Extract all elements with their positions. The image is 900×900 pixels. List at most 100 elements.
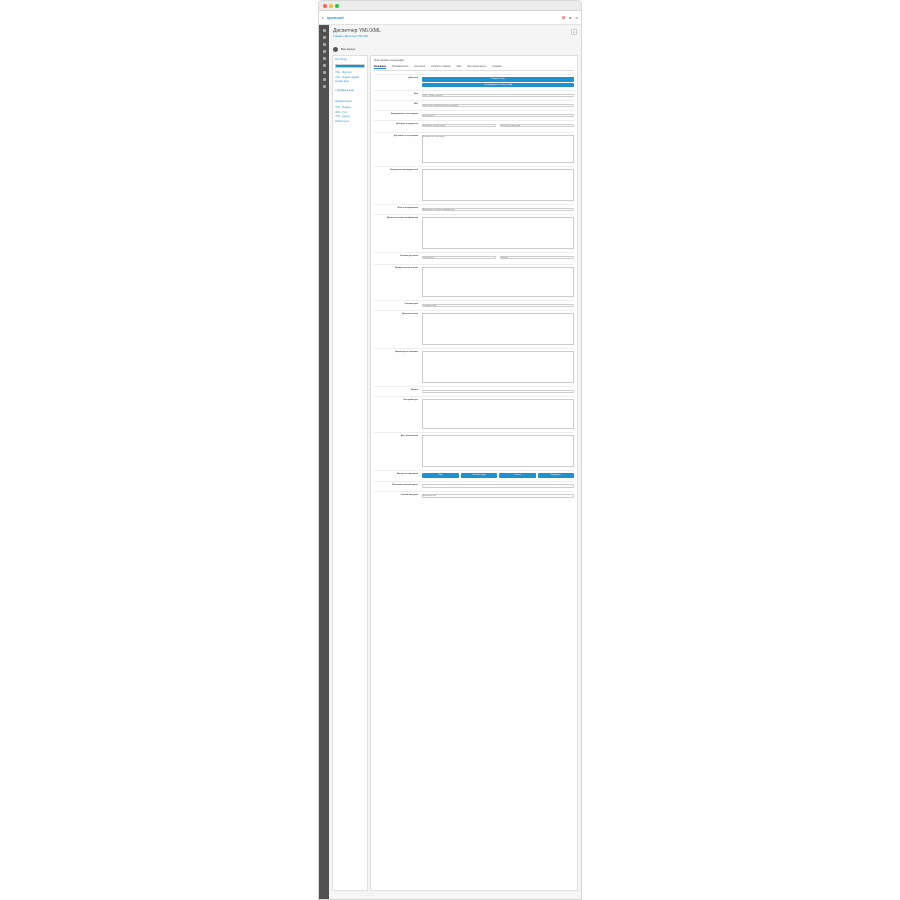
form-row: Условия доставки Самовывоз Курьер — [374, 252, 574, 264]
dashboard-icon[interactable] — [322, 29, 326, 32]
sales-icon[interactable] — [322, 57, 326, 60]
feed-search-input[interactable] — [335, 64, 365, 68]
reports-icon[interactable] — [322, 85, 326, 88]
form-row: Действия Получить Фид Сгенерировать ссылку… — [374, 74, 574, 90]
form-value: Самовывоз Курьер — [422, 255, 574, 262]
action-button[interactable]: Фид — [422, 473, 459, 478]
user-name[interactable]: Ваш аккаунт — [341, 48, 356, 51]
form-label: Действия — [408, 77, 418, 79]
options-box[interactable] — [422, 435, 574, 467]
select-field[interactable]: Из настроек — [422, 113, 574, 117]
textarea-field[interactable] — [422, 267, 574, 297]
docs-item[interactable]: Обратиться — [335, 120, 365, 123]
action-button[interactable]: Сгенерировать ссылку на фид — [422, 82, 574, 87]
text-input[interactable] — [422, 484, 574, 488]
side-nav — [319, 25, 329, 899]
form-label: Параметры в описание — [394, 351, 418, 353]
extensions-icon[interactable] — [322, 43, 326, 46]
maximize-dot-icon[interactable] — [335, 3, 339, 8]
brand-logo[interactable]: opencart — [327, 15, 344, 20]
page-title: Диспетчер YML\XML — [333, 28, 381, 34]
action-button[interactable]: Получить Фид — [422, 77, 574, 82]
form-value — [422, 313, 574, 346]
form-value: Выберите тип доставки Кол-во для доставки — [422, 123, 574, 130]
docs-list: YML - Яндекс XML - Гугл YML - другие Обрати… — [335, 106, 365, 123]
select-field[interactable]: Выгрузить основное изображение — [422, 207, 574, 211]
form-label: Условия доставки — [399, 255, 418, 257]
feed-item[interactable]: Google фид — [335, 80, 365, 83]
options-box[interactable] — [422, 313, 574, 345]
form-label: Формула расчета цены — [394, 267, 418, 269]
text-input[interactable]: https://site.ru/index.php?route=feed/yml — [422, 103, 574, 107]
docs-item[interactable]: XML - Гугл — [335, 111, 365, 114]
options-box[interactable] — [422, 217, 574, 249]
form-row: Дополнительно — [374, 310, 574, 348]
tab[interactable]: Мультиязычность — [467, 66, 486, 69]
customers-icon[interactable] — [322, 64, 326, 67]
options-box[interactable]: Выбрать все категории — [422, 135, 574, 163]
form-row: Пользовательский скрипт — [374, 480, 574, 491]
text-input[interactable]: YML - Яндекс маркет — [422, 93, 574, 97]
select-field[interactable]: Курьер — [500, 255, 574, 259]
textarea-field[interactable] — [422, 399, 574, 429]
marketing-icon[interactable] — [322, 71, 326, 74]
form-value — [422, 217, 574, 250]
form-label: Пользовательский скрипт — [391, 483, 418, 486]
back-button[interactable]: ↩ — [571, 29, 577, 35]
options-box[interactable] — [422, 351, 574, 383]
form-row: Выгрузить производителей — [374, 166, 574, 204]
action-button[interactable]: Проверить — [537, 473, 574, 478]
menu-icon[interactable]: ≡ — [322, 16, 324, 20]
gear-icon[interactable]: ⚙ — [569, 16, 572, 20]
select-field[interactable]: По умолчанию — [422, 303, 574, 307]
avatar[interactable] — [333, 46, 338, 52]
feed-item[interactable]: YML - Фид №1 — [335, 71, 365, 74]
tab[interactable]: Категории — [414, 66, 425, 69]
tab[interactable]: SEO — [457, 66, 462, 69]
form-value — [422, 351, 574, 384]
main-area: Диспетчер YML\XML Главная / Диспетчер YM… — [329, 25, 581, 899]
select-field[interactable]: Кол-во для доставки — [500, 123, 574, 127]
docs-title: Документация — [335, 100, 352, 103]
add-feed-button[interactable]: + Добавить фид — [335, 89, 365, 92]
form-value — [422, 389, 574, 394]
options-box[interactable] — [422, 169, 574, 201]
notification-badge[interactable]: 3 — [561, 16, 565, 19]
docs-item[interactable]: YML - Яндекс — [335, 106, 365, 109]
action-button[interactable]: Обновить фид — [460, 473, 497, 478]
docs-item[interactable]: YML - другие — [335, 115, 365, 118]
action-buttons: Фид Обновить фид Скачать Проверить — [422, 473, 574, 479]
system-icon[interactable] — [322, 78, 326, 81]
browser-window: ≡ opencart 3 ⚙ ⏻ Диспетчер YML\XML Главн… — [318, 0, 582, 900]
tab[interactable]: Производители — [392, 66, 408, 69]
feed-item[interactable]: YML - Яндекс маркет — [335, 76, 365, 79]
form-row: Информация о поставщике Из настроек — [374, 110, 574, 120]
form-row: Настройки цен — [374, 396, 574, 432]
feeds-panel: Мои Фиды YML - Фид №1 YML - Яндекс маркет… — [332, 55, 368, 891]
form-row: Дополнительные изображения — [374, 214, 574, 252]
action-button[interactable]: Скачать — [499, 473, 536, 478]
form-row: Формула расчета цены — [374, 264, 574, 300]
tab[interactable]: Атрибуты товаров — [431, 66, 450, 69]
form-value: Выгрузить основное изображение — [422, 207, 574, 212]
select-field[interactable]: Выберите тип доставки — [422, 123, 496, 127]
form-row: Оптимизация По умолчанию — [374, 300, 574, 310]
form-value — [422, 169, 574, 202]
design-icon[interactable] — [322, 50, 326, 53]
settings-form: Действия Получить Фид Сгенерировать ссылку… — [374, 74, 574, 501]
settings-tabs: Основные Производители Категории Атрибуты т… — [374, 66, 574, 71]
select-field[interactable]: Выгрузить все — [422, 494, 574, 498]
select-field[interactable]: Самовывоз — [422, 255, 496, 259]
form-value: Из настроек — [422, 113, 574, 118]
breadcrumb[interactable]: Главная / Диспетчер YML\XML — [333, 35, 577, 38]
minimize-dot-icon[interactable] — [329, 3, 333, 8]
form-label: Доставка в продуктах — [396, 123, 418, 125]
close-dot-icon[interactable] — [323, 3, 327, 8]
page-header: Диспетчер YML\XML Главная / Диспетчер YM… — [329, 25, 581, 45]
tab[interactable]: Справка — [492, 66, 501, 69]
catalog-icon[interactable] — [322, 36, 326, 39]
form-label: Выгрузить варианты — [396, 473, 418, 475]
text-input[interactable] — [422, 389, 574, 393]
tab[interactable]: Основные — [374, 66, 386, 69]
logout-icon[interactable]: ⏻ — [576, 16, 578, 20]
